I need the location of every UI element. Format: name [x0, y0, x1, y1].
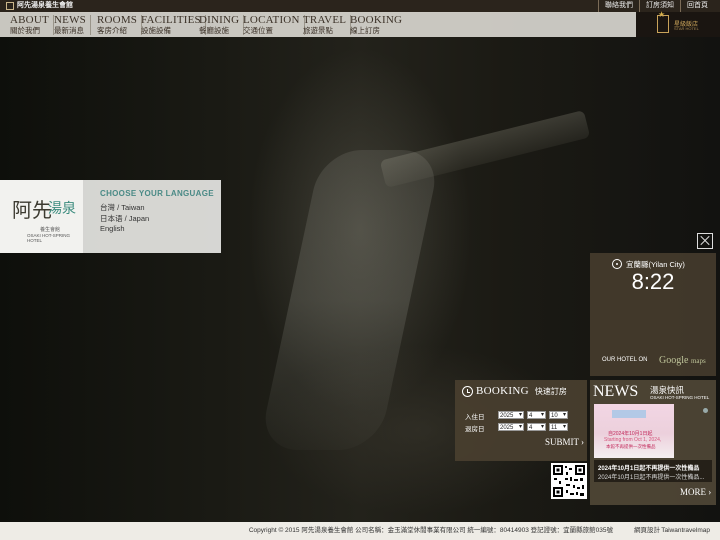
checkin-label: 入住日 — [465, 414, 485, 421]
language-option-taiwan[interactable]: 台灣 / Taiwan — [100, 202, 145, 213]
language-panel: CHOOSE YOUR LANGUAGE 台灣 / Taiwan 日本语 / J… — [83, 180, 221, 253]
nav-facilities-zh: 設施設備 — [141, 26, 171, 35]
news-headline: 2024年10月1日起不再提供一次性備品 — [598, 466, 700, 472]
nav-travel-en: TRAVEL — [303, 14, 347, 26]
booking-panel: BOOKING 快速訂房 入住日 2025 4 10 退房日 2025 4 11… — [455, 380, 587, 461]
location-pin-icon — [612, 259, 622, 269]
main-nav: ABOUT 關於我們 NEWS 最新消息 ROOMS 客房介紹 FACILITI… — [0, 12, 636, 37]
home-link[interactable]: 回首頁 — [680, 0, 714, 12]
nav-about-zh: 關於我們 — [10, 26, 40, 35]
thumbnail-line-1: 自2024年10月1日起 — [608, 431, 653, 437]
nav-item-location[interactable]: LOCATION 交通位置 — [243, 15, 305, 35]
nav-item-news[interactable]: NEWS 最新消息 — [54, 15, 91, 35]
checkout-year-select[interactable]: 2025 — [498, 423, 524, 431]
news-panel: NEWS 湯泉快訊 OSAKI HOT-SPRING HOTEL 自2024年1… — [590, 380, 716, 505]
brand-en: STAR HOTEL — [674, 26, 699, 31]
google-maps-suffix: maps — [690, 357, 706, 365]
brand-logo[interactable]: ★ 星級飯店 STAR HOTEL — [636, 10, 720, 37]
more-label: MORE — [680, 487, 707, 497]
waterfall-shape — [258, 150, 442, 450]
footer: Copyright © 2015 阿先湯泉養生會館 公司名稱：金玉滿堂休閒事業有… — [0, 522, 720, 540]
checkin-day-select[interactable]: 10 — [549, 411, 568, 419]
top-links: 聯絡我們 訂房須知 回首頁 — [598, 0, 714, 12]
site-name[interactable]: 阿先湯泉養生會館 — [6, 0, 73, 12]
thumbnail-line-3: 本館不再提供一次性備品 — [606, 444, 656, 449]
nav-item-rooms[interactable]: ROOMS 客房介紹 — [97, 14, 143, 35]
close-icon[interactable] — [697, 233, 713, 249]
nav-location-zh: 交通位置 — [243, 26, 273, 35]
language-option-japan[interactable]: 日本语 / Japan — [100, 213, 149, 224]
logo-accent-text: 湯泉 — [48, 202, 76, 217]
news-subtitle: OSAKI HOT-SPRING HOTEL — [650, 395, 710, 400]
language-option-english[interactable]: English — [100, 224, 125, 233]
news-caption[interactable]: 2024年10月1日起不再提供一次性備品 2024年10月1日起不再提供一次性備… — [594, 460, 712, 482]
nav-item-facilities[interactable]: FACILITIES 設施設備 — [141, 15, 206, 35]
brand-mark-icon — [657, 15, 669, 33]
logo-main-text: 阿先 — [12, 200, 52, 222]
chevron-right-icon: › — [581, 437, 585, 447]
nav-location-en: LOCATION — [243, 14, 300, 26]
nav-item-booking[interactable]: BOOKING 線上訂房 — [350, 14, 406, 36]
logo-mini-icon — [6, 2, 14, 10]
nav-news-en: NEWS — [54, 14, 86, 26]
nav-item-about[interactable]: ABOUT 關於我們 — [10, 15, 54, 35]
checkout-label: 退房日 — [465, 426, 485, 433]
nav-item-travel[interactable]: TRAVEL 旅遊景點 — [303, 14, 352, 35]
copyright-text: Copyright © 2015 阿先湯泉養生會館 公司名稱：金玉滿堂休閒事業有… — [248, 527, 613, 534]
chevron-right-icon: › — [708, 487, 712, 497]
credit-link[interactable]: Taiwantravelmap — [661, 522, 710, 540]
contact-link[interactable]: 聯絡我們 — [598, 0, 639, 12]
logo-sub-en: OSAKI HOT-SPRING HOTEL — [27, 233, 71, 243]
more-button[interactable]: MORE › — [680, 487, 711, 497]
nav-item-dining[interactable]: DINING 餐廳設施 — [199, 14, 245, 35]
nav-about-en: ABOUT — [10, 14, 49, 26]
nav-rooms-en: ROOMS — [97, 14, 138, 26]
nav-facilities-en: FACILITIES — [141, 14, 201, 26]
thumbnail-banner — [612, 410, 646, 418]
submit-button[interactable]: SUBMIT › — [543, 437, 584, 447]
nav-booking-zh: 線上訂房 — [350, 26, 380, 35]
logo-sub-zh: 養生會館 — [40, 227, 61, 233]
checkin-year-select[interactable]: 2025 — [498, 411, 524, 419]
carousel-dot[interactable] — [703, 408, 708, 413]
thumbnail-line-2: Starting from Oct 1, 2024, — [604, 437, 662, 443]
clock-icon — [462, 385, 473, 397]
news-thumbnail[interactable]: 自2024年10月1日起 Starting from Oct 1, 2024, … — [594, 404, 674, 458]
web-design-link[interactable]: 網頁設計 — [634, 522, 660, 540]
site-name-label: 阿先湯泉養生會館 — [17, 2, 73, 9]
submit-label: SUBMIT — [545, 437, 580, 447]
hotel-logo: 阿先 湯泉 養生會館 OSAKI HOT-SPRING HOTEL — [0, 180, 83, 253]
booking-header: BOOKING 快速訂房 — [462, 385, 567, 397]
news-title-en: NEWS — [593, 383, 639, 400]
nav-travel-zh: 旅遊景點 — [303, 26, 333, 35]
nav-rooms-zh: 客房介紹 — [97, 26, 127, 35]
nav-dining-en: DINING — [199, 14, 240, 26]
local-time: 8:22 — [631, 269, 675, 294]
checkout-month-select[interactable]: 4 — [527, 423, 546, 431]
qr-code-icon — [551, 463, 587, 499]
google-maps-brand: Google — [659, 355, 689, 366]
nav-booking-en: BOOKING — [350, 14, 403, 26]
nav-dining-zh: 餐廳設施 — [199, 26, 229, 35]
news-summary: 2024年10月1日起不再提供一次性備品... — [598, 475, 705, 481]
booking-title-en: BOOKING — [476, 385, 529, 397]
location-clock-panel: 宜蘭縣(Yilan City) 8:22 OUR HOTEL ON Google… — [590, 253, 716, 376]
google-maps-link[interactable]: Google maps — [659, 355, 706, 366]
checkout-day-select[interactable]: 11 — [549, 423, 568, 431]
nav-news-zh: 最新消息 — [54, 26, 84, 35]
our-hotel-label: OUR HOTEL ON — [602, 357, 648, 363]
checkin-month-select[interactable]: 4 — [527, 411, 546, 419]
booking-title-zh: 快速訂房 — [534, 386, 567, 396]
language-title: CHOOSE YOUR LANGUAGE — [100, 189, 214, 198]
